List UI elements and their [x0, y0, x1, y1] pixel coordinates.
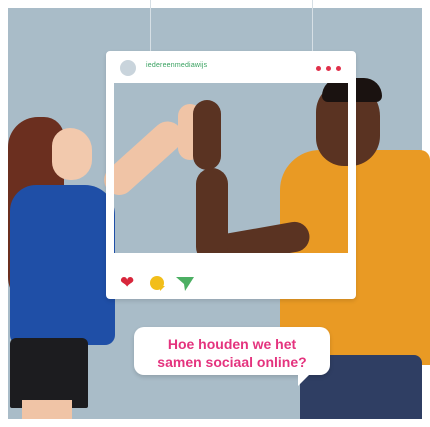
hanging-string-right — [312, 0, 313, 55]
speech-line-1: Hoe houden we het — [167, 336, 297, 352]
social-post-frame — [106, 51, 356, 299]
girl-legs — [22, 400, 72, 419]
heart-icon: ❤ — [120, 273, 135, 292]
speech-bubble-tail — [298, 372, 312, 386]
girl-blue-shirt — [10, 185, 115, 345]
send-icon — [176, 277, 194, 291]
account-handle: iedereenmediawijs — [146, 62, 208, 69]
avatar-icon — [120, 60, 136, 76]
hanging-string-left — [150, 0, 151, 55]
photo-scene: iedereenmediawijs ❤ Hoe houden we het sa… — [0, 0, 430, 427]
girl-face — [52, 128, 92, 180]
girl-black-skirt — [10, 338, 88, 408]
speech-line-2: samen sociaal online? — [157, 354, 307, 370]
speech-bubble: Hoe houden we het samen sociaal online? — [134, 327, 330, 375]
